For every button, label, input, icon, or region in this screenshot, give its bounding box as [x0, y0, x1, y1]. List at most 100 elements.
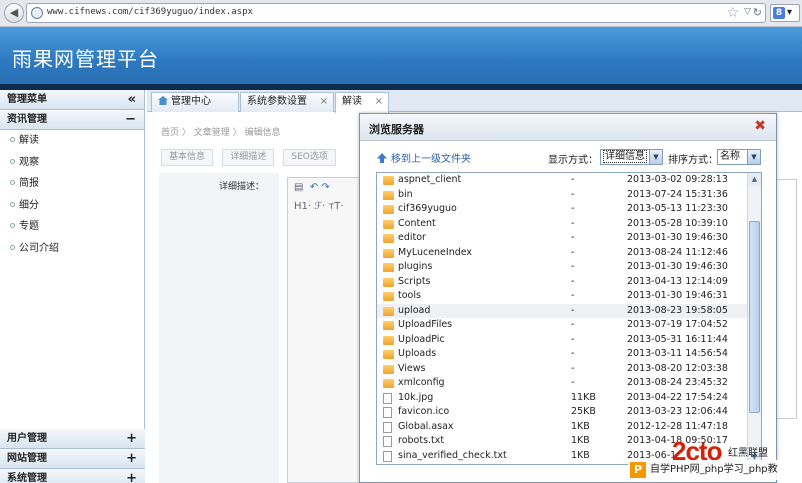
scroll-thumb[interactable] — [749, 221, 760, 413]
file-size: - — [571, 188, 575, 200]
file-row[interactable]: favicon.ico 25KB 2013-03-23 12:06:44 — [377, 405, 748, 420]
subtab-seo[interactable]: SEO选项 — [283, 149, 336, 166]
file-row[interactable]: tools - 2013-01-30 19:46:31 — [377, 289, 748, 304]
collapse-section-icon[interactable]: − — [125, 110, 136, 130]
file-date: 2013-01-30 19:46:30 — [627, 232, 728, 243]
reload-icon[interactable]: ↻ — [753, 6, 762, 19]
folder-icon — [383, 219, 394, 229]
tab-system-settings[interactable]: 系统参数设置 × — [240, 92, 334, 112]
file-size: - — [571, 203, 575, 214]
editor-toolbar-row2[interactable]: H1· ℱ· ᴛT· — [288, 197, 366, 216]
folder-icon — [383, 263, 394, 272]
sidebar-section-system[interactable]: 系统管理 + — [0, 469, 145, 483]
bullet-icon — [10, 201, 15, 207]
file-row[interactable]: Views - 2013-08-20 12:03:38 — [377, 362, 748, 377]
file-row[interactable]: Uploads - 2013-03-11 14:56:54 — [377, 347, 748, 362]
file-size: 1KB — [571, 449, 590, 461]
subtab-detail[interactable]: 详细描述 — [222, 149, 275, 166]
file-date: 2013-01-30 19:46:31 — [627, 290, 728, 301]
file-size: - — [571, 275, 575, 287]
sidebar-item-label: 解读 — [19, 135, 39, 146]
file-row[interactable]: aspnet_client - 2013-03-02 09:28:13 — [377, 173, 748, 188]
file-size: - — [571, 348, 575, 359]
parent-folder-label: 移到上一级文件夹 — [391, 154, 471, 165]
watermark-union: 红黑联盟 — [728, 448, 768, 459]
sidebar-section-news[interactable]: 资讯管理 − — [0, 110, 144, 130]
file-name: Global.asax — [398, 420, 454, 432]
close-tab-icon[interactable]: × — [320, 93, 328, 111]
file-row[interactable]: cif369yuguo - 2013-05-13 11:23:30 — [377, 202, 748, 217]
folder-icon — [383, 190, 394, 200]
collapse-sidebar-icon[interactable]: « — [128, 90, 136, 110]
file-row[interactable]: plugins - 2013-01-30 19:46:30 — [377, 260, 748, 275]
file-list-scrollbar[interactable]: ▲ ▼ — [747, 173, 761, 464]
view-mode-select[interactable]: 详细信息 ▼ — [600, 149, 663, 165]
subtab-basic[interactable]: 基本信息 — [161, 149, 214, 166]
back-button[interactable]: ◀ — [4, 3, 24, 23]
file-name: editor — [398, 232, 426, 243]
bookmark-star-icon[interactable]: ☆ — [726, 5, 739, 21]
sidebar-section-users[interactable]: 用户管理 + — [0, 429, 145, 449]
file-row[interactable]: bin - 2013-07-24 15:31:36 — [377, 188, 748, 203]
tab-admin-center[interactable]: 管理中心 — [151, 92, 239, 112]
file-row[interactable]: editor - 2013-01-30 19:46:30 — [377, 231, 748, 246]
tab-interpret[interactable]: 解读 × — [335, 92, 389, 113]
dialog-toolbar: 移到上一级文件夹 显示方式： 详细信息 ▼ 排序方式： 名称 ▼ — [360, 146, 776, 168]
source-icon[interactable]: ▤ — [294, 182, 303, 193]
file-row[interactable]: UploadPic - 2013-05-31 16:11:44 — [377, 333, 748, 348]
rich-text-editor[interactable]: ▤ ↶ ↷ H1· ℱ· ᴛT· — [287, 177, 367, 483]
sidebar-item[interactable]: 简报 — [0, 173, 144, 195]
file-date: 2013-05-13 11:23:30 — [627, 203, 728, 214]
bullet-icon — [10, 180, 15, 185]
file-icon — [383, 436, 392, 447]
file-icon — [383, 407, 392, 418]
folder-icon — [383, 306, 394, 316]
sidebar-item[interactable]: 观察 — [0, 152, 144, 174]
close-tab-icon[interactable]: × — [375, 93, 383, 111]
undo-icon[interactable]: ↶ — [310, 182, 318, 193]
bullet-icon — [10, 158, 15, 164]
close-dialog-icon[interactable]: ✖ — [754, 118, 766, 134]
file-date: 2013-08-23 19:58:05 — [627, 304, 728, 316]
file-name: MyLuceneIndex — [398, 246, 473, 258]
file-row[interactable]: Global.asax 1KB 2012-12-28 11:47:18 — [377, 420, 748, 435]
file-date: 2013-04-22 17:54:24 — [627, 391, 728, 403]
file-row[interactable]: Scripts - 2013-04-13 12:14:09 — [377, 275, 748, 290]
file-row[interactable]: MyLuceneIndex - 2013-08-24 11:12:46 — [377, 246, 748, 261]
sidebar-item[interactable]: 专题 — [0, 216, 144, 238]
sidebar-item[interactable]: 解读 — [0, 130, 144, 152]
redo-icon[interactable]: ↷ — [321, 182, 329, 193]
scroll-up-icon[interactable]: ▲ — [748, 173, 761, 186]
sidebar-section-site[interactable]: 网站管理 + — [0, 449, 145, 469]
file-size: - — [571, 174, 575, 185]
file-size: 25KB — [571, 406, 596, 417]
parent-folder-button[interactable]: 移到上一级文件夹 — [377, 150, 471, 165]
expand-icon[interactable]: + — [126, 469, 137, 483]
file-size: - — [571, 377, 575, 388]
file-list[interactable]: aspnet_client - 2013-03-02 09:28:13 bin - 201… — [376, 172, 762, 465]
file-row[interactable]: Content - 2013-05-28 10:39:10 — [377, 217, 748, 232]
search-engine-box[interactable]: 8 ▾ — [770, 4, 800, 22]
history-dropdown-icon[interactable]: ▽ — [744, 7, 751, 17]
sidebar-item[interactable]: 细分 — [0, 195, 144, 217]
folder-icon — [383, 277, 394, 287]
browse-server-dialog: 浏览服务器 ✖ 移到上一级文件夹 显示方式： 详细信息 ▼ 排序方式： 名称 ▼… — [359, 113, 777, 483]
file-row[interactable]: 10k.jpg 11KB 2013-04-22 17:54:24 — [377, 391, 748, 406]
browser-toolbar: ◀ www.cifnews.com/cif369yuguo/index.aspx… — [0, 0, 802, 27]
folder-icon — [383, 364, 394, 374]
file-row[interactable]: upload - 2013-08-23 19:58:05 — [377, 303, 748, 318]
url-text[interactable]: www.cifnews.com/cif369yuguo/index.aspx — [47, 7, 253, 17]
file-size: - — [571, 261, 575, 272]
address-bar[interactable]: www.cifnews.com/cif369yuguo/index.aspx ☆… — [26, 3, 766, 23]
sidebar-item[interactable]: 公司介绍 — [0, 238, 144, 260]
php-logo-icon: P — [630, 462, 646, 478]
file-name: UploadPic — [398, 333, 445, 345]
expand-icon[interactable]: + — [126, 429, 137, 449]
expand-icon[interactable]: + — [126, 449, 137, 469]
sort-mode-select[interactable]: 名称 ▼ — [717, 149, 761, 165]
file-row[interactable]: xmlconfig - 2013-08-24 23:45:32 — [377, 376, 748, 391]
dropdown-arrow-icon: ▼ — [649, 150, 662, 164]
sidebar: 管理菜单 « 资讯管理 − 解读 观察 简报 细分 专题 公司介绍 用户管理 + 网站管理… — [0, 90, 145, 483]
file-row[interactable]: UploadFiles - 2013-07-19 17:04:52 — [377, 318, 748, 333]
file-date: 2013-03-11 14:56:54 — [627, 348, 728, 359]
